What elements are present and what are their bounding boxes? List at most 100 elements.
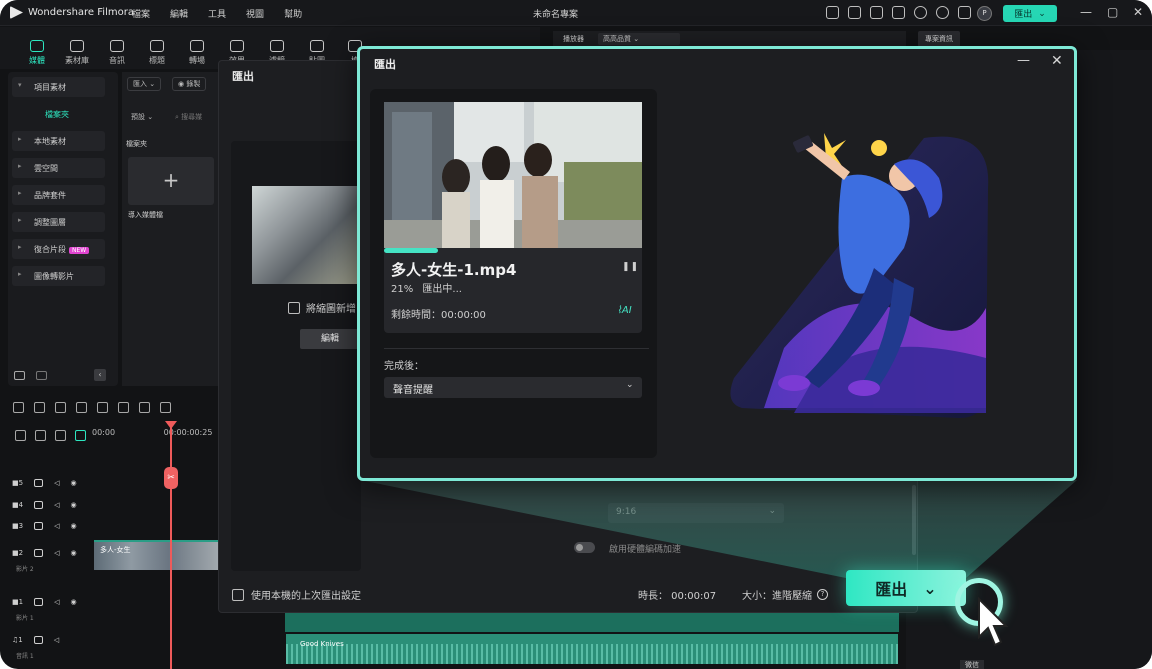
layers-icon[interactable] (55, 430, 66, 441)
lock-icon[interactable] (34, 479, 44, 487)
sidebar-item-adjustment[interactable]: ▸ 調整圖層 (12, 212, 105, 232)
export-file-name: 多人-女生-1.mp4 (391, 261, 517, 279)
menu-tools[interactable]: 工具 (208, 7, 226, 20)
add-thumbnail-checkbox[interactable]: 將縮圖新增 (288, 300, 356, 315)
filter-icon (270, 40, 284, 52)
link-icon[interactable] (35, 430, 46, 441)
undo-icon[interactable] (55, 401, 66, 413)
speaker-icon[interactable]: ◁ (54, 479, 59, 487)
record-dropdown[interactable]: ◉ 錄製 (172, 77, 207, 91)
tool-media[interactable]: 媒體 (20, 40, 54, 66)
hw-accel-toggle[interactable] (574, 542, 595, 553)
after-export-dropdown[interactable]: 聲音提醒 (384, 377, 642, 398)
eye-icon[interactable]: ◉ (70, 522, 76, 530)
speaker-icon[interactable]: ◁ (54, 598, 59, 606)
export-status: 21% 匯出中... (391, 280, 462, 295)
redo-icon[interactable] (76, 401, 87, 413)
note-icon[interactable] (848, 6, 861, 19)
cloud-icon[interactable] (914, 6, 927, 19)
speaker-icon[interactable]: ◁ (54, 522, 59, 530)
project-info-tab[interactable]: 專案資訊 (918, 31, 960, 47)
eye-icon[interactable]: ◉ (70, 479, 76, 487)
close-dialog-button[interactable]: ✕ (1051, 53, 1063, 69)
send-icon[interactable] (826, 6, 839, 19)
menu-view[interactable]: 視圖 (246, 7, 264, 20)
track-header-v3: ■3 ◁ ◉ (12, 522, 77, 530)
tool-titles[interactable]: 標題 (140, 40, 174, 66)
sidebar-item-image-to-video[interactable]: ▸ 圖像轉影片 (12, 266, 105, 286)
eye-icon[interactable]: ◉ (70, 598, 76, 606)
lock-icon[interactable] (34, 549, 44, 557)
chevron-right-icon: ▸ (18, 216, 22, 224)
apps-icon[interactable] (958, 6, 971, 19)
crop-icon[interactable] (139, 401, 150, 413)
export-button-top[interactable]: 匯出 ⌄ (1003, 5, 1057, 22)
speaker-icon[interactable]: ◁ (54, 636, 59, 644)
export-preview-thumbnail (252, 186, 362, 284)
eye-icon[interactable]: ◉ (70, 501, 76, 509)
headset-icon[interactable] (936, 6, 949, 19)
tool-transitions[interactable]: 轉場 (180, 40, 214, 66)
ai-icon[interactable]: ⌇AI (617, 305, 632, 316)
more-icon[interactable] (160, 401, 171, 413)
sidebar-item-folder[interactable]: 檔案夾 (45, 109, 69, 120)
import-media-tile[interactable]: + (128, 157, 214, 205)
snap-icon[interactable] (75, 430, 86, 441)
playhead[interactable] (170, 424, 172, 669)
select-icon[interactable] (34, 401, 45, 413)
new-folder-icon[interactable] (14, 371, 25, 380)
after-export-label: 完成後： (384, 361, 424, 372)
sidebar-item-cloud[interactable]: ▸ 雲空間 (12, 158, 105, 178)
avatar[interactable]: P (977, 6, 992, 21)
sidebar-item-compound[interactable]: ▸ 復合片段 NEW (12, 239, 105, 259)
menu-help[interactable]: 幫助 (284, 7, 302, 20)
export-button-large[interactable]: 匯出 ⌄ (846, 570, 966, 606)
edit-thumbnail-button[interactable]: 編輯 (300, 329, 360, 349)
tool-audio[interactable]: 音訊 (100, 40, 134, 66)
lock-icon[interactable] (34, 598, 44, 606)
folder-icon[interactable] (36, 371, 47, 380)
sidebar-item-local[interactable]: ▸ 本地素材 (12, 131, 105, 151)
video-clip-track1[interactable] (285, 612, 899, 632)
pause-icon[interactable]: ❚❚ (622, 262, 639, 272)
remaining-time: 剩餘時間：00:00:00 (391, 310, 486, 321)
help-icon[interactable]: ? (817, 589, 828, 600)
sidebar-item-project-media[interactable]: ▾ 項目素材 (12, 77, 105, 97)
search-input[interactable]: ⌕ 搜尋媒 (175, 112, 202, 122)
aspect-ratio-dropdown[interactable]: 9:16 ⌄ (608, 503, 784, 523)
track-header-a1: ♫1 ◁ (12, 636, 59, 644)
lock-icon[interactable] (34, 522, 44, 530)
speaker-icon[interactable]: ◁ (54, 501, 59, 509)
menu-edit[interactable]: 編輯 (170, 7, 188, 20)
lock-icon[interactable] (33, 636, 43, 644)
scissors-icon[interactable] (118, 401, 129, 413)
quality-dropdown[interactable]: 高高品質 ⌄ (598, 33, 680, 45)
maximize-button[interactable]: ▢ (1107, 5, 1118, 19)
speaker-icon[interactable]: ◁ (54, 549, 59, 557)
dialog-scrollbar[interactable] (912, 485, 916, 555)
minimize-button[interactable]: — (1080, 5, 1092, 19)
layout-icon[interactable] (870, 6, 883, 19)
grid-icon[interactable] (13, 401, 24, 413)
delete-icon[interactable] (97, 401, 108, 413)
lock-icon[interactable] (34, 501, 44, 509)
eye-icon[interactable]: ◉ (70, 549, 76, 557)
chevron-down-icon: ⌄ (626, 380, 634, 390)
export-dialog-title: 匯出 (374, 58, 396, 71)
menu-file[interactable]: 檔案 (132, 7, 150, 20)
collapse-panel-icon[interactable]: ‹ (94, 369, 106, 381)
minimize-dialog-button[interactable]: — (1017, 53, 1030, 68)
chevron-down-icon: ⌄ (1038, 8, 1046, 19)
scissors-icon[interactable]: ✂ (164, 467, 178, 489)
effects-icon (230, 40, 244, 52)
add-track-icon[interactable] (15, 430, 26, 441)
checkbox-icon (288, 301, 300, 314)
close-window-button[interactable]: ✕ (1133, 5, 1143, 19)
use-last-settings-checkbox[interactable]: 使用本機的上次匯出設定 (232, 587, 361, 602)
video-track-icon: ■3 (12, 522, 24, 530)
save-icon[interactable] (892, 6, 905, 19)
tool-stock[interactable]: 素材庫 (60, 40, 94, 66)
import-dropdown[interactable]: 匯入 ⌄ (127, 77, 162, 91)
sidebar-item-brand-kit[interactable]: ▸ 品牌套件 (12, 185, 105, 205)
sort-dropdown[interactable]: 預設 ⌄ (131, 112, 153, 122)
